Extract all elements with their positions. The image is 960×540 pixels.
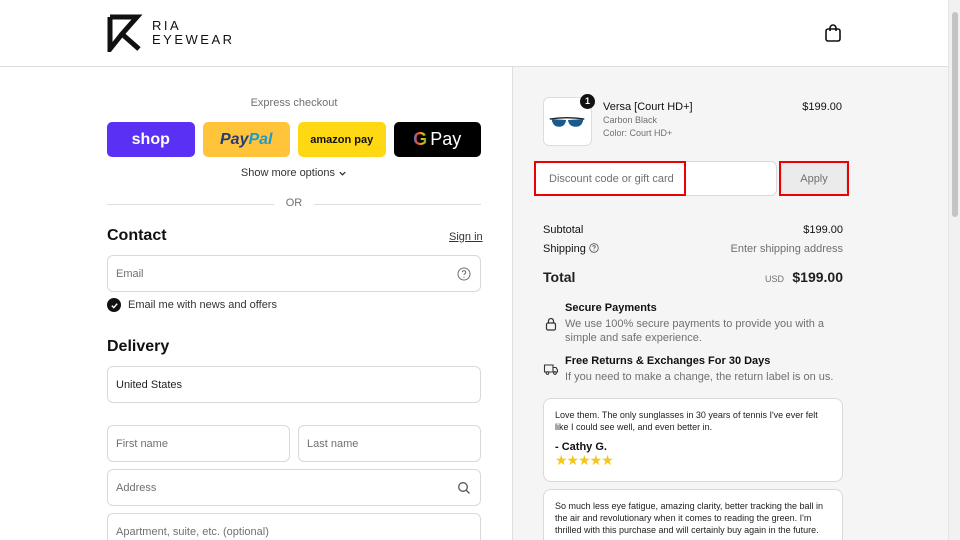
apartment-field[interactable] (107, 513, 481, 540)
scrollbar-thumb[interactable] (952, 12, 958, 217)
brand-logo[interactable]: RIA EYEWEAR (107, 14, 235, 52)
brand-wordmark: RIA EYEWEAR (152, 19, 235, 47)
email-input[interactable] (116, 267, 472, 280)
help-circle-icon[interactable] (589, 243, 599, 253)
or-text: OR (285, 197, 303, 209)
subtotal-label: Subtotal (543, 224, 584, 236)
apply-button[interactable]: Apply (781, 162, 847, 195)
newsletter-option[interactable]: Email me with news and offers (107, 298, 277, 312)
feature-title: Secure Payments (565, 302, 657, 314)
help-circle-icon[interactable] (457, 267, 471, 281)
subtotal-row: Subtotal $199.00 (543, 224, 843, 236)
country-select[interactable]: United States (107, 366, 481, 403)
google-g-icon: G (413, 129, 428, 149)
last-name-input[interactable] (307, 437, 472, 450)
subtotal-value: $199.00 (803, 224, 843, 236)
review-text: Love them. The only sunglasses in 30 yea… (555, 410, 818, 432)
show-more-options-link[interactable]: Show more options (107, 167, 481, 179)
ria-logo-icon (107, 14, 143, 52)
feature-title: Free Returns & Exchanges For 30 Days (565, 355, 771, 367)
product-variant: Carbon Black (603, 115, 658, 125)
total-value: $199.00 (792, 269, 843, 285)
review-card: So much less eye fatigue, amazing clarit… (543, 489, 843, 540)
feature-secure-payments: Secure Payments We use 100% secure payme… (543, 302, 853, 344)
express-payment-buttons: shop Pay Pal amazon pay G Pay (107, 122, 481, 157)
first-name-input[interactable] (116, 437, 281, 450)
sign-in-link[interactable]: Sign in (449, 231, 483, 243)
lock-icon (545, 317, 557, 331)
address-field[interactable] (107, 469, 481, 506)
google-pay-label: Pay (430, 129, 462, 149)
email-field[interactable] (107, 255, 481, 292)
chevron-down-icon (339, 171, 346, 176)
page-scrollbar[interactable] (948, 0, 960, 540)
show-more-label: Show more options (240, 167, 336, 179)
truck-icon (543, 364, 559, 375)
feature-free-returns: Free Returns & Exchanges For 30 Days If … (543, 355, 853, 385)
product-color: Color: Court HD+ (603, 128, 673, 138)
quantity-badge: 1 (580, 94, 595, 109)
brand-line-1: RIA (152, 18, 182, 33)
total-row: Total USD $199.00 (543, 269, 843, 285)
shop-pay-button[interactable]: shop (107, 122, 195, 157)
last-name-field[interactable] (298, 425, 481, 462)
amazon-pay-button[interactable]: amazon pay (298, 122, 386, 157)
shop-pay-label: shop (131, 130, 170, 148)
cart-button[interactable] (822, 22, 844, 44)
review-card: Love them. The only sunglasses in 30 yea… (543, 398, 843, 482)
shipping-label: Shipping (543, 243, 586, 255)
shopping-bag-icon (825, 24, 841, 42)
product-price: $199.00 (802, 101, 842, 113)
newsletter-checkbox[interactable] (107, 298, 121, 312)
order-summary: 1 Versa [Court HD+] Carbon Black Color: … (512, 67, 948, 540)
newsletter-label: Email me with news and offers (128, 299, 277, 311)
delivery-heading: Delivery (107, 338, 170, 355)
apply-label: Apply (800, 172, 828, 185)
first-name-field[interactable] (107, 425, 290, 462)
brand-line-2: EYEWEAR (152, 32, 235, 47)
star-rating: ★★★★★ (555, 452, 614, 468)
apartment-input[interactable] (116, 525, 472, 538)
checkmark-icon (110, 302, 118, 309)
product-name: Versa [Court HD+] (603, 101, 693, 113)
total-label: Total (543, 269, 576, 285)
checkout-form: Express checkout shop Pay Pal amazon pay … (0, 67, 512, 540)
or-divider: OR (107, 197, 481, 211)
paypal-pay-text: Pay (220, 130, 249, 148)
feature-description: If you need to make a change, the return… (565, 371, 834, 383)
total-currency: USD (765, 274, 785, 284)
address-input[interactable] (116, 481, 472, 494)
express-checkout-title: Express checkout (250, 97, 338, 109)
shipping-row: Shipping Enter shipping address (543, 243, 843, 255)
contact-heading: Contact (107, 227, 167, 244)
paypal-pal-text: Pal (248, 130, 273, 148)
discount-placeholder: Discount code or gift card (549, 172, 674, 185)
discount-code-field[interactable]: Discount code or gift card (534, 161, 777, 196)
paypal-button[interactable]: Pay Pal (202, 122, 290, 157)
review-text: So much less eye fatigue, amazing clarit… (555, 501, 823, 535)
country-value: United States (116, 378, 183, 391)
feature-description: We use 100% secure payments to provide y… (565, 318, 825, 344)
search-icon[interactable] (457, 481, 471, 495)
amazon-pay-label: amazon pay (310, 133, 374, 146)
shipping-value: Enter shipping address (730, 243, 843, 255)
site-header: RIA EYEWEAR (0, 0, 948, 67)
google-pay-button[interactable]: G Pay (393, 122, 481, 157)
